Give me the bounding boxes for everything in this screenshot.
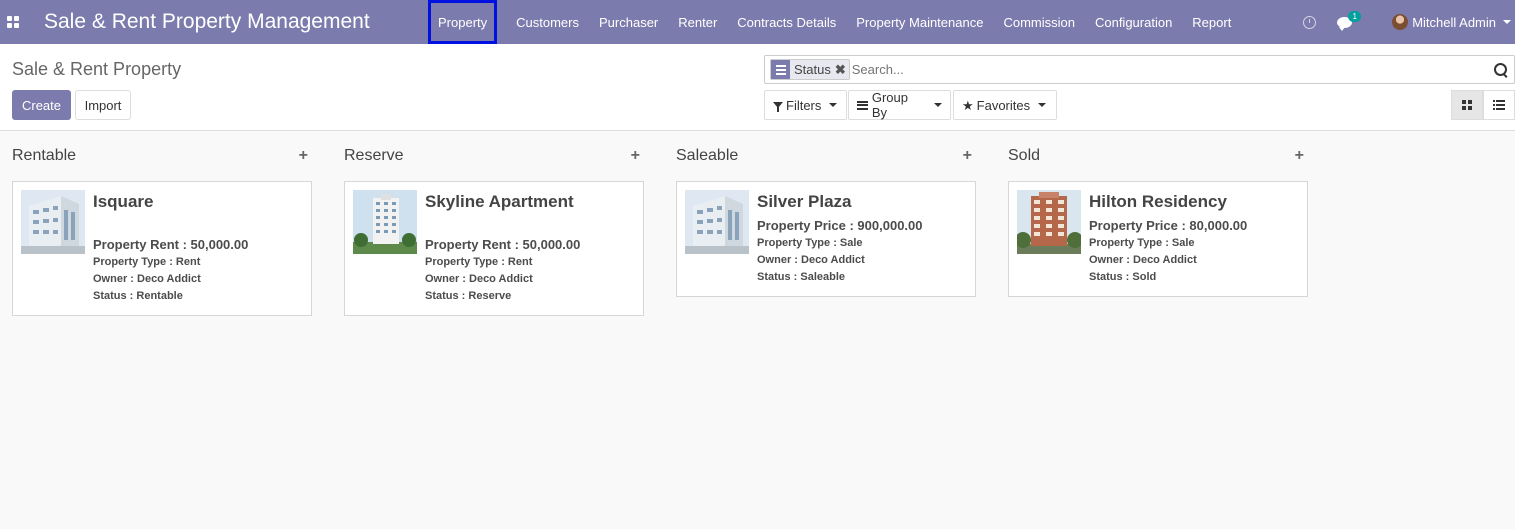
kanban-card[interactable]: Isquare Property Rent : 50,000.00 Proper… [12,181,312,316]
search-bar: Status ✖ [764,55,1515,84]
property-owner: Owner : Deco Addict [93,273,201,285]
list-icon [1493,100,1505,110]
chevron-down-icon [934,103,942,107]
kanban-column-saleable: Saleable + Silver Plaza Property Price :… [676,131,976,297]
menu-customers[interactable]: Customers [506,0,589,44]
favorites-button[interactable]: ★ Favorites [953,90,1057,120]
property-status: Status : Saleable [757,271,846,283]
bars-icon [857,100,868,110]
property-image [21,190,85,254]
column-title[interactable]: Sold [1008,147,1040,165]
menu-configuration[interactable]: Configuration [1085,0,1182,44]
plus-icon[interactable]: + [299,147,308,165]
plus-icon[interactable]: + [1295,147,1304,165]
property-price: Property Rent : 50,000.00 [93,237,249,252]
property-name: Isquare [93,192,154,211]
kanban-view-button[interactable] [1451,90,1483,120]
filters-label: Filters [786,97,822,113]
column-header: Saleable + [676,131,976,181]
filter-icon [773,102,783,112]
menu-property-maintenance[interactable]: Property Maintenance [846,0,993,44]
user-name: Mitchell Admin [1412,14,1496,30]
property-type: Property Type : Rent [425,256,533,268]
list-view-button[interactable] [1483,90,1515,120]
page-title: Sale & Rent Property [12,59,182,79]
menu-commission[interactable]: Commission [993,0,1085,44]
avatar [1392,14,1409,30]
facet-label: Status [794,62,831,77]
kanban-column-reserve: Reserve + Skyline Apartment Property Ren… [344,131,644,316]
column-title[interactable]: Reserve [344,147,404,165]
property-name: Hilton Residency [1089,192,1227,211]
group-by-label: Group By [871,90,908,120]
kanban-card[interactable]: Hilton Residency Property Price : 80,000… [1008,181,1308,297]
menu-renter[interactable]: Renter [668,0,727,44]
menu-property[interactable]: Property [428,0,498,44]
menu-contracts-details[interactable]: Contracts Details [727,0,846,44]
plus-icon[interactable]: + [631,147,640,165]
property-image [1017,190,1081,254]
property-owner: Owner : Deco Addict [1089,254,1197,266]
close-icon[interactable]: ✖ [835,62,849,78]
menu-report[interactable]: Report [1182,0,1241,44]
navbar-systray: 1 Mitchell Admin [1303,0,1515,44]
create-button[interactable]: Create [12,90,71,120]
group-by-button[interactable]: Group By [848,90,951,120]
property-type: Property Type : Sale [1089,237,1195,249]
property-price: Property Rent : 50,000.00 [425,237,581,252]
view-switcher [1451,90,1515,120]
property-owner: Owner : Deco Addict [757,254,865,266]
search-facet-status: Status ✖ [770,59,850,80]
menu-purchaser[interactable]: Purchaser [589,0,668,44]
property-image [685,190,749,254]
apps-menu-icon[interactable] [1,0,25,44]
column-header: Reserve + [344,131,644,181]
activity-clock-icon[interactable] [1303,15,1317,29]
chevron-down-icon [829,103,838,107]
column-title[interactable]: Saleable [676,147,738,165]
user-menu[interactable]: Mitchell Admin [1392,14,1511,30]
column-header: Rentable + [12,131,312,181]
property-name: Skyline Apartment [425,192,574,211]
property-owner: Owner : Deco Addict [425,273,533,285]
messaging-menu[interactable]: 1 [1337,10,1362,31]
property-image [353,190,417,254]
chevron-down-icon [1038,103,1047,107]
control-panel: Sale & Rent Property Create Import Statu… [0,44,1515,131]
chevron-down-icon [1503,20,1511,24]
property-status: Status : Reserve [425,290,512,302]
search-icon[interactable] [1494,62,1508,77]
column-title[interactable]: Rentable [12,147,76,165]
kanban-column-rentable: Rentable + Isquare Property Rent : 50,00… [12,131,312,316]
plus-icon[interactable]: + [963,147,972,165]
main-menu: Property Customers Purchaser Renter Cont… [406,0,1241,44]
property-price: Property Price : 80,000.00 [1089,218,1248,233]
kanban-icon [1462,100,1472,110]
import-button[interactable]: Import [75,90,131,120]
property-status: Status : Sold [1089,271,1157,283]
filters-button[interactable]: Filters [764,90,847,120]
chat-counter-badge: 1 [1348,10,1362,22]
app-brand[interactable]: Sale & Rent Property Management [44,10,404,34]
kanban-column-sold: Sold + Hilton Residency Property Price :… [1008,131,1308,297]
property-type: Property Type : Rent [93,256,201,268]
column-header: Sold + [1008,131,1308,181]
property-price: Property Price : 900,000.00 [757,218,923,233]
favorites-label: Favorites [976,97,1031,113]
property-status: Status : Rentable [93,290,183,302]
top-navbar: Sale & Rent Property Management Property… [0,0,1515,44]
kanban-card[interactable]: Skyline Apartment Property Rent : 50,000… [344,181,644,316]
group-by-icon [771,60,790,79]
kanban-card[interactable]: Silver Plaza Property Price : 900,000.00… [676,181,976,297]
star-icon: ★ [962,97,974,113]
search-input[interactable] [851,57,1494,82]
property-name: Silver Plaza [757,192,852,211]
property-type: Property Type : Sale [757,237,863,249]
